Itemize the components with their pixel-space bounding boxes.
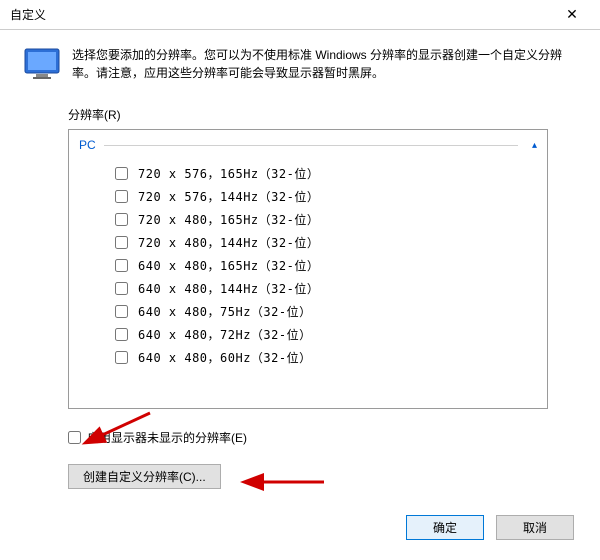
resolution-label: 640 x 480，72Hz（32-位） <box>138 326 312 343</box>
resolution-checkbox[interactable] <box>115 190 128 203</box>
resolution-checkbox[interactable] <box>115 167 128 180</box>
resolution-checkbox[interactable] <box>115 236 128 249</box>
enable-hidden-checkbox[interactable] <box>68 431 81 444</box>
intro-text: 选择您要添加的分辨率。您可以为不使用标准 Windiows 分辨率的显示器创建一… <box>72 46 576 82</box>
resolution-item[interactable]: 720 x 576，165Hz（32-位） <box>79 162 537 185</box>
resolution-checkbox[interactable] <box>115 305 128 318</box>
group-divider <box>104 145 518 146</box>
create-custom-label: 创建自定义分辨率(C)... <box>83 470 206 484</box>
resolution-label: 720 x 576，165Hz（32-位） <box>138 165 319 182</box>
resolution-item[interactable]: 640 x 480，165Hz（32-位） <box>79 254 537 277</box>
enable-hidden-row: 启用显示器未显示的分辨率(E) <box>68 429 576 446</box>
resolution-label: 720 x 480，144Hz（32-位） <box>138 234 319 251</box>
resolution-checkbox[interactable] <box>115 213 128 226</box>
resolution-item[interactable]: 640 x 480，72Hz（32-位） <box>79 323 537 346</box>
create-custom-button[interactable]: 创建自定义分辨率(C)... <box>68 464 221 489</box>
ok-button[interactable]: 确定 <box>406 515 484 540</box>
monitor-icon <box>24 48 60 80</box>
enable-hidden-label: 启用显示器未显示的分辨率(E) <box>87 429 247 446</box>
resolution-label: 640 x 480，60Hz（32-位） <box>138 349 312 366</box>
cancel-button[interactable]: 取消 <box>496 515 574 540</box>
close-button[interactable]: ✕ <box>552 1 592 29</box>
dialog-content: 选择您要添加的分辨率。您可以为不使用标准 Windiows 分辨率的显示器创建一… <box>0 30 600 499</box>
resolution-checkbox[interactable] <box>115 259 128 272</box>
resolution-label: 640 x 480，75Hz（32-位） <box>138 303 312 320</box>
resolution-item[interactable]: 640 x 480，60Hz（32-位） <box>79 346 537 369</box>
cancel-label: 取消 <box>523 521 547 535</box>
resolution-section-label: 分辨率(R) <box>68 106 576 123</box>
resolution-label: 640 x 480，144Hz（32-位） <box>138 280 319 297</box>
resolution-label: 640 x 480，165Hz（32-位） <box>138 257 319 274</box>
resolution-checkbox[interactable] <box>115 351 128 364</box>
resolution-checkbox[interactable] <box>115 282 128 295</box>
window-title: 自定义 <box>10 6 46 23</box>
resolution-item[interactable]: 720 x 480，165Hz（32-位） <box>79 208 537 231</box>
resolution-checkbox[interactable] <box>115 328 128 341</box>
resolution-item[interactable]: 720 x 576，144Hz（32-位） <box>79 185 537 208</box>
resolution-label: 720 x 576，144Hz（32-位） <box>138 188 319 205</box>
resolution-listbox[interactable]: PC ▴ 720 x 576，165Hz（32-位） 720 x 576，144H… <box>68 129 548 409</box>
group-header[interactable]: PC ▴ <box>79 138 537 152</box>
ok-label: 确定 <box>433 521 457 535</box>
titlebar: 自定义 ✕ <box>0 0 600 30</box>
resolution-item[interactable]: 640 x 480，144Hz（32-位） <box>79 277 537 300</box>
group-name: PC <box>79 138 96 152</box>
chevron-up-icon: ▴ <box>532 140 537 151</box>
resolution-item[interactable]: 640 x 480，75Hz（32-位） <box>79 300 537 323</box>
close-icon: ✕ <box>566 6 578 23</box>
resolution-label: 720 x 480，165Hz（32-位） <box>138 211 319 228</box>
resolution-item[interactable]: 720 x 480，144Hz（32-位） <box>79 231 537 254</box>
dialog-buttons: 确定 取消 <box>406 515 574 540</box>
intro-row: 选择您要添加的分辨率。您可以为不使用标准 Windiows 分辨率的显示器创建一… <box>24 46 576 82</box>
